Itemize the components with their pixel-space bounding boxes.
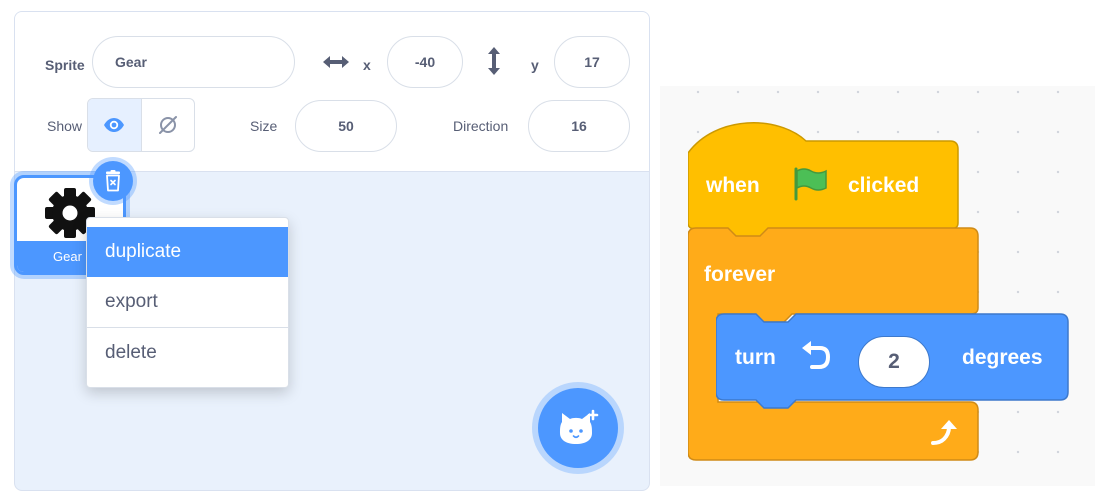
turn-degrees-input[interactable]: 2 — [858, 336, 930, 388]
x-input[interactable]: -40 — [387, 36, 463, 88]
cat-add-icon — [560, 409, 599, 444]
vertical-arrows-icon — [488, 47, 500, 75]
y-label: y — [531, 57, 539, 73]
eye-icon — [104, 118, 125, 132]
menu-item-export[interactable]: export — [87, 277, 288, 327]
menu-item-delete[interactable]: delete — [87, 327, 288, 377]
when-flag-clicked-block[interactable]: when clicked — [688, 111, 960, 241]
green-flag-icon — [794, 167, 827, 201]
add-sprite-button[interactable] — [538, 388, 618, 468]
forever-label: forever — [704, 263, 776, 286]
horizontal-arrows-icon — [323, 56, 349, 68]
show-visible-button[interactable] — [88, 99, 142, 151]
direction-label: Direction — [453, 118, 509, 134]
y-input[interactable]: 17 — [554, 36, 630, 88]
loop-arrow-icon — [931, 420, 957, 445]
size-input[interactable]: 50 — [295, 100, 397, 152]
trash-icon — [106, 170, 120, 192]
when-label: when — [706, 174, 760, 197]
size-label: Size — [250, 118, 278, 134]
x-label: x — [363, 57, 371, 73]
eye-hidden-icon — [158, 116, 177, 134]
sprite-context-menu: duplicate export delete — [86, 217, 289, 388]
turn-label: turn — [735, 346, 776, 369]
delete-sprite-button[interactable] — [93, 161, 133, 201]
sprite-info-panel: Sprite Gear x -40 y 17 Show Size 50 Dire… — [15, 12, 649, 172]
menu-item-duplicate[interactable]: duplicate — [87, 227, 288, 277]
show-label: Show — [47, 118, 83, 134]
sprite-label: Sprite — [45, 57, 85, 73]
show-toggle-group — [87, 98, 195, 152]
clicked-label: clicked — [848, 174, 920, 197]
sprite-name-input[interactable]: Gear — [92, 36, 295, 88]
show-hidden-button[interactable] — [142, 99, 195, 151]
direction-input[interactable]: 16 — [528, 100, 630, 152]
rotate-left-icon — [802, 341, 831, 369]
degrees-label: degrees — [962, 346, 1043, 369]
